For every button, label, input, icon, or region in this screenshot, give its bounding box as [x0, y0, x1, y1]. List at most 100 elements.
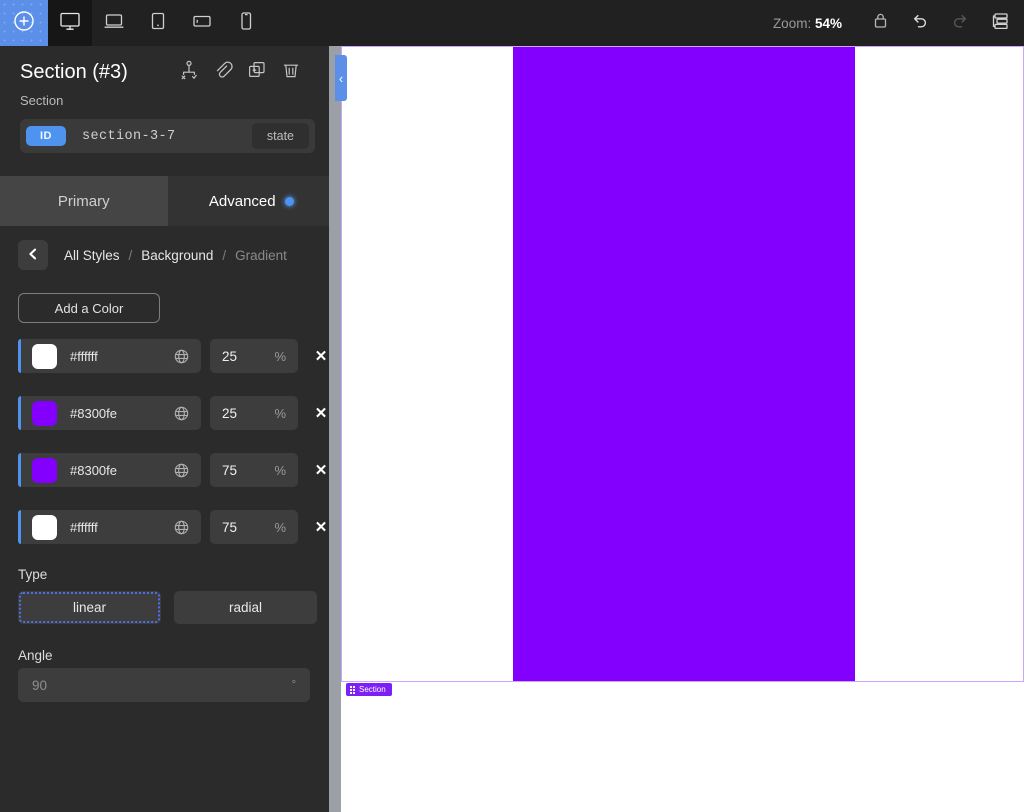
- tab-advanced-label: Advanced: [208, 192, 276, 210]
- canvas-viewport[interactable]: ‹ Section: [335, 46, 1024, 812]
- angle-label: Angle: [18, 648, 53, 663]
- selected-section[interactable]: [341, 46, 1024, 682]
- redo-button[interactable]: [940, 0, 980, 46]
- color-hex-value: #ffffff: [70, 348, 98, 364]
- globe-icon[interactable]: [173, 348, 190, 365]
- element-id-row: ID section-3-7 state: [20, 119, 315, 153]
- section-label-badge[interactable]: Section: [346, 683, 392, 696]
- color-stop-percent-input[interactable]: 25 %: [210, 396, 298, 430]
- color-swatch[interactable]: [32, 514, 57, 540]
- device-laptop[interactable]: [92, 0, 136, 46]
- color-stop-row: #8300fe 75 % ✕: [0, 453, 335, 487]
- percent-unit: %: [274, 405, 286, 421]
- gradient-preview-band: [513, 47, 855, 681]
- lock-button[interactable]: [860, 0, 900, 46]
- link-icon: [213, 60, 233, 85]
- layers-tree-icon: [989, 11, 1011, 36]
- percent-value: 75: [222, 462, 238, 478]
- breadcrumb-back-button[interactable]: [18, 240, 48, 270]
- layers-panel-button[interactable]: [980, 0, 1020, 46]
- type-label: Type: [18, 567, 48, 582]
- desktop-icon: [59, 11, 81, 36]
- device-tablet-portrait[interactable]: [136, 0, 180, 46]
- device-switcher: [48, 0, 268, 46]
- app-root: Zoom: 54% Section (#3) Section ID sectio…: [0, 0, 1024, 812]
- gradient-type-linear[interactable]: linear: [18, 591, 161, 624]
- zoom-level[interactable]: Zoom: 54%: [773, 16, 842, 31]
- color-picker-field[interactable]: #ffffff: [18, 339, 201, 373]
- breadcrumb-separator: /: [222, 247, 227, 263]
- device-tablet-landscape[interactable]: [180, 0, 224, 46]
- delete-button[interactable]: [281, 60, 301, 85]
- color-hex-value: #8300fe: [70, 405, 117, 421]
- zoom-label-text: Zoom:: [772, 15, 812, 31]
- tab-primary[interactable]: Primary: [0, 176, 168, 226]
- remove-color-button[interactable]: ✕: [312, 461, 330, 479]
- move-to-icon: [179, 60, 199, 85]
- redo-icon: [950, 11, 970, 36]
- breadcrumb-item-background[interactable]: Background: [141, 248, 213, 263]
- percent-value: 75: [222, 519, 238, 535]
- section-subtitle: Section: [20, 93, 64, 108]
- tablet-landscape-icon: [191, 11, 213, 36]
- globe-icon[interactable]: [173, 405, 190, 422]
- panel-collapse-handle[interactable]: ‹: [335, 55, 347, 101]
- color-swatch[interactable]: [32, 343, 57, 369]
- gradient-type-radial[interactable]: radial: [174, 591, 317, 624]
- undo-button[interactable]: [900, 0, 940, 46]
- device-mobile[interactable]: [224, 0, 268, 46]
- device-desktop[interactable]: [48, 0, 92, 46]
- tab-advanced[interactable]: Advanced: [167, 176, 335, 226]
- breadcrumb-separator: /: [128, 247, 133, 263]
- degree-unit: °: [291, 679, 296, 691]
- globe-icon[interactable]: [173, 519, 190, 536]
- tab-active-indicator-dot: [284, 196, 294, 206]
- color-stop-percent-input[interactable]: 75 %: [210, 510, 298, 544]
- angle-input[interactable]: 90 °: [18, 668, 310, 702]
- color-stop-row: #ffffff 75 % ✕: [0, 510, 335, 544]
- add-element-button[interactable]: [0, 0, 48, 46]
- gradient-type-group: linear radial: [0, 591, 335, 624]
- section-action-bar: [179, 60, 315, 85]
- panel-tabs: Primary Advanced: [0, 176, 335, 226]
- zoom-value: 54%: [814, 15, 842, 31]
- state-button[interactable]: state: [251, 123, 309, 149]
- color-stop-percent-input[interactable]: 25 %: [210, 339, 298, 373]
- remove-color-button[interactable]: ✕: [312, 518, 330, 536]
- color-picker-field[interactable]: #ffffff: [18, 510, 201, 544]
- color-picker-field[interactable]: #8300fe: [18, 396, 201, 430]
- move-to-button[interactable]: [179, 60, 199, 85]
- section-badge-label: Section: [359, 685, 386, 694]
- remove-color-button[interactable]: ✕: [312, 347, 330, 365]
- color-swatch[interactable]: [32, 400, 57, 426]
- lock-icon: [872, 11, 889, 35]
- add-a-color-button[interactable]: Add a Color: [18, 293, 160, 323]
- undo-icon: [910, 11, 930, 36]
- id-badge[interactable]: ID: [26, 126, 66, 146]
- section-header: Section (#3): [0, 46, 335, 85]
- color-stop-row: #ffffff 25 % ✕: [0, 339, 335, 373]
- percent-unit: %: [274, 462, 286, 478]
- top-toolbar: Zoom: 54%: [0, 0, 1024, 46]
- percent-unit: %: [274, 519, 286, 535]
- element-id-value[interactable]: section-3-7: [82, 129, 176, 144]
- delete-icon: [281, 60, 301, 85]
- tab-primary-label: Primary: [57, 192, 110, 210]
- percent-unit: %: [274, 348, 286, 364]
- color-hex-value: #ffffff: [70, 519, 98, 535]
- breadcrumb-item-gradient: Gradient: [235, 247, 287, 263]
- page-title: Section (#3): [20, 61, 128, 83]
- color-stop-percent-input[interactable]: 75 %: [210, 453, 298, 487]
- color-picker-field[interactable]: #8300fe: [18, 453, 201, 487]
- remove-color-button[interactable]: ✕: [312, 404, 330, 422]
- tablet-portrait-icon: [149, 11, 167, 36]
- globe-icon[interactable]: [173, 462, 190, 479]
- mobile-icon: [238, 11, 254, 36]
- duplicate-icon: [247, 60, 267, 85]
- link-button[interactable]: [213, 60, 233, 85]
- drag-handle-icon[interactable]: [350, 685, 355, 694]
- color-swatch[interactable]: [32, 457, 57, 483]
- add-circle-icon: [12, 9, 36, 38]
- breadcrumb-item-all-styles[interactable]: All Styles: [64, 248, 120, 263]
- duplicate-button[interactable]: [247, 60, 267, 85]
